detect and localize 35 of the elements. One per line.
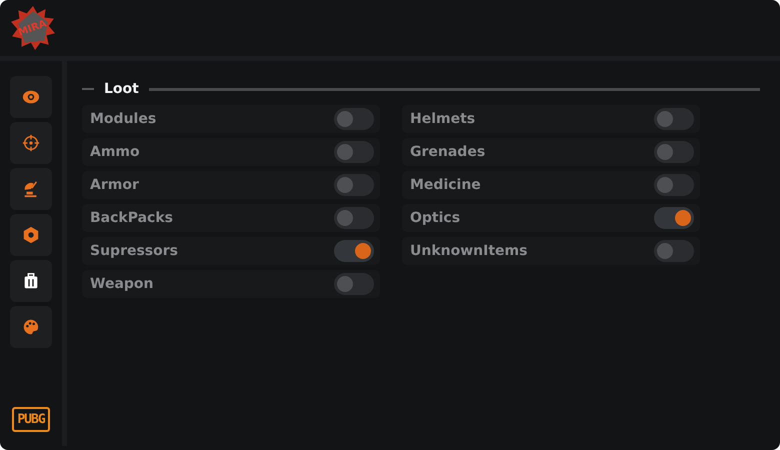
section-title: Loot [103,81,140,97]
toggle-switch[interactable] [334,108,374,130]
eye-icon [22,88,40,106]
toggle-switch[interactable] [654,141,694,163]
nut-button[interactable] [10,214,52,256]
suitcase-icon [22,272,40,290]
setting-label: Medicine [410,177,481,193]
setting-label: Optics [410,210,460,226]
crosshair-icon [22,134,40,152]
eye-button[interactable] [10,76,52,118]
setting-label: Supressors [90,243,178,259]
toggle-switch[interactable] [654,108,694,130]
palette-icon [22,318,40,336]
nut-icon [22,226,40,244]
toggle-switch[interactable] [654,174,694,196]
logo-text: MIRA [17,18,49,38]
setting-label: Weapon [90,276,154,292]
toggle-switch[interactable] [654,207,694,229]
setting-label: Grenades [410,144,486,160]
toggle-switch[interactable] [654,240,694,262]
game-logo: PUBG [12,407,50,432]
toggle-switch[interactable] [334,240,374,262]
setting-label: Helmets [410,111,476,127]
suitcase-button[interactable] [10,260,52,302]
toggle-switch[interactable] [334,207,374,229]
setting-label: BackPacks [90,210,174,226]
setting-label: Armor [90,177,139,193]
setting-label: Modules [90,111,156,127]
crosshair-button[interactable] [10,122,52,164]
setting-label: Ammo [90,144,140,160]
toggle-switch[interactable] [334,273,374,295]
setting-label: UnknownItems [410,243,528,259]
toggle-switch[interactable] [334,174,374,196]
palette-button[interactable] [10,306,52,348]
toggle-switch[interactable] [334,141,374,163]
